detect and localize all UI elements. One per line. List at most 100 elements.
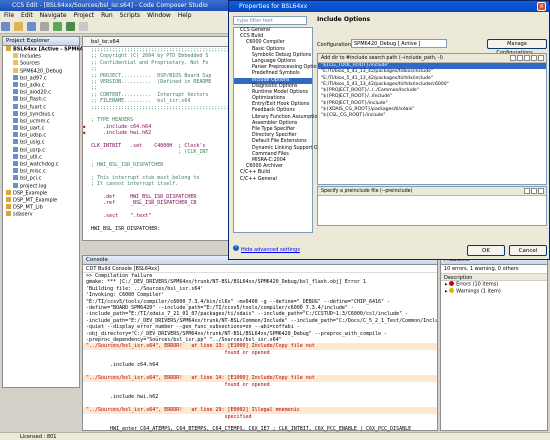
build-icon[interactable] <box>52 22 62 31</box>
menu-item-run[interactable]: Run <box>101 12 113 19</box>
project-icon <box>6 211 11 217</box>
project-tree-item[interactable]: bsl_udsp.c <box>3 132 79 139</box>
project-tree-item[interactable]: Includes <box>3 53 79 60</box>
editor-tab[interactable]: bsl_isr.s64 <box>83 37 229 47</box>
code-line-text: ; TYPE HEADERS <box>91 117 134 124</box>
code-line-text: .ref _BSL_ISR_DISPATCHER_CB <box>91 200 197 207</box>
file-icon <box>13 74 18 80</box>
project-tree-item[interactable]: bsl_uart.c <box>3 125 79 132</box>
project-tree-item[interactable]: bsl_misc.c <box>3 168 79 175</box>
project-tree-item-label: bsl_util.c <box>20 154 42 161</box>
file-icon <box>13 146 18 152</box>
search-icon[interactable] <box>78 22 88 31</box>
project-icon <box>6 189 11 195</box>
project-tree-item[interactable]: DSP_MT_Example <box>3 196 79 204</box>
project-icon <box>6 46 11 51</box>
project-tree-item[interactable]: bsl_usig.c <box>3 139 79 146</box>
menu-item-project[interactable]: Project <box>74 12 95 19</box>
console-output[interactable]: >> Compilation failure gmake: *** [C:/_DE… <box>83 273 437 433</box>
project-tree-item[interactable]: bsl_aiod20.c <box>3 89 79 96</box>
problems-group-label: Warnings (1 item) <box>456 288 501 295</box>
delete-path-icon[interactable] <box>517 55 523 61</box>
dialog-titlebar[interactable]: Properties for BSL64xx × <box>229 1 549 12</box>
file-icon <box>13 161 18 166</box>
project-tree-item[interactable]: DSP_MT_Lib <box>3 204 79 211</box>
project-tree-item[interactable]: bsl_flash.c <box>3 96 79 103</box>
project-tree-item[interactable]: Sources <box>3 60 79 67</box>
save-icon[interactable] <box>26 22 36 31</box>
move-down-icon[interactable] <box>538 55 544 61</box>
edit-path-icon[interactable] <box>524 55 530 61</box>
code-line-text: HWI_BSL_ISR_DISPATCHER: <box>91 225 161 232</box>
project-tree-item[interactable]: BSL64xx [Active - SPM6420] <box>3 46 93 53</box>
file-icon <box>13 96 18 102</box>
project-tree-item[interactable]: bsl_syncbus.c <box>3 110 79 118</box>
add-preinclude-icon[interactable] <box>524 188 530 194</box>
console-line: -obj_directory="C:/_DEV_DRIVERS/SPM64xx/… <box>86 330 388 337</box>
open-icon[interactable] <box>13 22 23 31</box>
filter-input[interactable]: type filter text <box>233 16 307 25</box>
delete-preinclude-icon[interactable] <box>531 188 537 194</box>
project-tree-item[interactable]: bsl_fuart.c <box>3 103 79 111</box>
status-bar: Licensed : 801 <box>0 432 550 440</box>
code-line-text: CLK_INTBIT .set C4000H ; Clock's <box>91 142 206 149</box>
include-path-item[interactable]: "${CSL_CG_ROOT}/include" <box>318 113 546 119</box>
menu-item-scripts[interactable]: Scripts <box>120 12 141 19</box>
properties-tree-item[interactable]: C/C++ General <box>234 177 312 183</box>
debug-icon[interactable] <box>65 22 75 31</box>
folder-icon <box>13 60 18 66</box>
include-path-list: Add dir to #include search path (--inclu… <box>317 53 547 185</box>
project-tree-item[interactable]: DSP_Example <box>3 189 79 197</box>
license-status: Licensed : 801 <box>20 434 57 440</box>
code-line-text: .include hwi.h62 <box>91 130 152 137</box>
code-line-text: ; This interrupt stub must belong to <box>91 174 200 181</box>
ok-button[interactable]: OK <box>467 245 505 256</box>
menu-item-window[interactable]: Window <box>147 12 171 19</box>
problems-group[interactable]: ▸ Warnings (1 item) <box>441 288 547 295</box>
problems-column-description[interactable]: Description <box>441 273 547 281</box>
problems-group[interactable]: ▸ Errors (10 items) <box>441 281 547 288</box>
print-icon[interactable] <box>39 22 49 31</box>
help-icon[interactable]: ? <box>233 245 239 251</box>
project-tree-item[interactable]: bsl_watchdog.c <box>3 161 79 168</box>
console-line: "E:/TI/ccsv5/tools/compiler/c6000_7.3.4/… <box>86 298 391 305</box>
problems-list: ▸ Errors (10 items) ▸ Warnings (1 item) <box>441 281 547 295</box>
configuration-select[interactable]: SPM6420_Debug [ Active ] <box>351 39 447 48</box>
project-tree-item[interactable]: bsl_usrp.c <box>3 146 79 154</box>
project-tree-item[interactable]: SPM6420_Debug <box>3 67 79 75</box>
project-tree-item-label: sdaserv <box>13 211 33 218</box>
code-area[interactable]: ;;;;;;;;;;;;;;;;;;;;;;;;;;;;;;;;;;;;;;;;… <box>83 47 229 232</box>
project-tree-item[interactable]: bsl_adio.c <box>3 81 79 89</box>
project-tree-item[interactable]: bsl_util.c <box>3 153 79 161</box>
menu-item-navigate[interactable]: Navigate <box>40 12 67 19</box>
preinclude-header: Specify a preinclude file (--preinclude) <box>318 187 546 196</box>
menu-item-edit[interactable]: Edit <box>21 12 33 19</box>
file-icon <box>13 117 18 123</box>
code-line-text: ;;;;;;;;;;;;;;;;;;;;;;;;;;;;;;;;;;;;;;;;… <box>91 47 229 53</box>
project-tree-item-label: DSP_MT_Lib <box>13 204 43 211</box>
project-tree-item[interactable]: sdaserv <box>3 211 79 218</box>
project-tree-item[interactable]: bsl_ucmm.c <box>3 117 79 125</box>
file-icon <box>13 81 18 87</box>
code-line: ; (CLK_INT <box>83 149 229 155</box>
hide-advanced-link[interactable]: Hide advanced settings <box>241 247 300 253</box>
edit-preinclude-icon[interactable] <box>538 188 544 194</box>
project-tree-item[interactable]: project.log <box>3 182 79 190</box>
menu-item-help[interactable]: Help <box>178 12 192 19</box>
file-icon <box>13 182 18 188</box>
menu-item-file[interactable]: File <box>4 12 14 19</box>
file-icon <box>13 110 18 116</box>
code-line-text: ; (CLK_INT <box>91 149 209 156</box>
project-tree-item-label: Includes <box>20 53 41 60</box>
manage-configurations-button[interactable]: Manage Configurations... <box>487 39 547 56</box>
close-icon[interactable]: × <box>537 2 546 11</box>
project-tree-item[interactable]: bsl_pci.c <box>3 175 79 182</box>
configuration-label: Configuration: <box>317 42 353 48</box>
code-line-text: ; HWI_BSL_ISR_DISPATCHER <box>91 162 164 169</box>
new-icon[interactable] <box>1 22 10 31</box>
project-tree-item-label: bsl_ucmm.c <box>20 118 50 125</box>
project-tree-item[interactable]: bsl_ad97.c <box>3 74 79 82</box>
cancel-button[interactable]: Cancel <box>509 245 547 256</box>
move-up-icon[interactable] <box>531 55 537 61</box>
add-path-icon[interactable] <box>510 55 516 61</box>
